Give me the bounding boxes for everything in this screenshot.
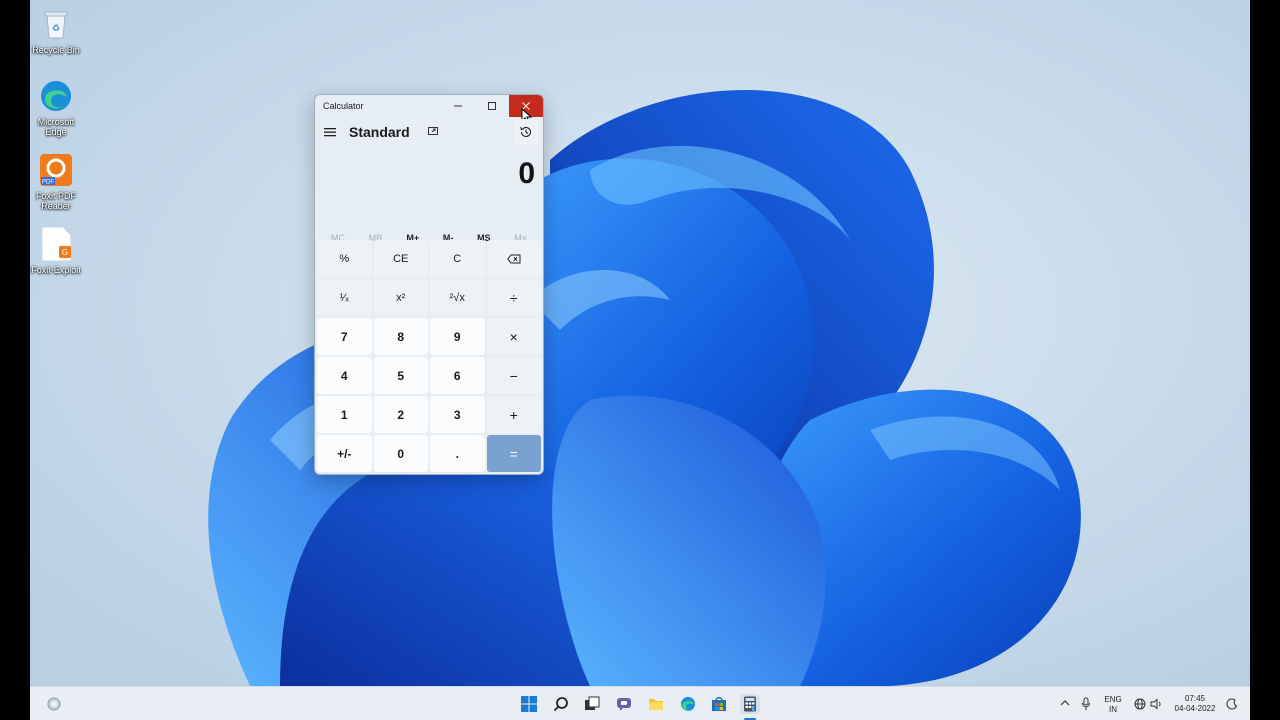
foxit-pdf-reader-icon: PDF — [38, 152, 74, 188]
divide-button[interactable]: ÷ — [486, 279, 541, 316]
digit-8-button[interactable]: 8 — [373, 318, 428, 355]
chat-button[interactable] — [614, 694, 634, 714]
calculator-header: Standard — [315, 117, 543, 147]
task-view-button[interactable] — [582, 694, 602, 714]
digit-0-button[interactable]: 0 — [373, 435, 428, 472]
svg-text:♻: ♻ — [52, 23, 60, 33]
desktop-icon-label: Recycle Bin — [32, 45, 80, 55]
negate-button[interactable]: +/- — [317, 435, 372, 472]
minimize-button[interactable] — [441, 95, 475, 117]
keep-on-top-button[interactable] — [426, 125, 440, 139]
equals-button[interactable]: = — [486, 435, 541, 472]
minimize-icon — [454, 105, 462, 107]
backspace-icon — [506, 254, 521, 263]
desktop-icon-label: Foxit PDF Reader — [35, 191, 76, 211]
result-display: 0 — [315, 147, 543, 225]
svg-text:G: G — [62, 248, 68, 257]
search-button[interactable] — [551, 694, 571, 714]
digit-7-button[interactable]: 7 — [317, 318, 372, 355]
hamburger-menu-icon[interactable] — [323, 126, 337, 138]
decimal-button[interactable]: . — [430, 435, 485, 472]
desktop: ♻ Recycle Bin Microsoft Edge PDF Foxit P… — [30, 0, 1250, 720]
calculator-icon — [744, 696, 756, 712]
volume-button[interactable] — [1150, 698, 1162, 713]
widgets-button[interactable] — [44, 694, 64, 714]
reciprocal-button[interactable]: ¹⁄ₓ — [317, 279, 372, 316]
volume-icon — [1150, 698, 1161, 710]
display-value: 0 — [518, 157, 535, 190]
title-bar[interactable]: Calculator — [315, 95, 543, 124]
show-hidden-icons-button[interactable] — [1060, 699, 1070, 710]
digit-5-button[interactable]: 5 — [373, 357, 428, 394]
desktop-icon-label: Microsoft Edge — [37, 117, 75, 137]
desktop-icon-label: Foxit-Exploit — [31, 265, 81, 275]
square-root-button[interactable]: ²√x — [430, 279, 485, 316]
store-button[interactable] — [709, 694, 729, 714]
desktop-icon-microsoft-edge[interactable]: Microsoft Edge — [30, 78, 84, 137]
network-button[interactable] — [1134, 698, 1146, 713]
keep-on-top-icon — [427, 127, 438, 135]
mode-title: Standard — [349, 124, 410, 140]
store-icon — [712, 697, 726, 711]
pdf-file-icon: G — [38, 226, 74, 262]
input-language-button[interactable]: ENG IN — [1102, 695, 1124, 715]
desktop-icon-foxit-pdf-reader[interactable]: PDF Foxit PDF Reader — [30, 152, 84, 211]
desktop-icon-recycle-bin[interactable]: ♻ Recycle Bin — [30, 6, 84, 55]
calculator-taskbar-button[interactable] — [740, 694, 760, 714]
start-icon — [521, 696, 537, 712]
task-view-icon — [585, 696, 600, 710]
digit-1-button[interactable]: 1 — [317, 396, 372, 433]
digit-2-button[interactable]: 2 — [373, 396, 428, 433]
microphone-icon — [1082, 697, 1090, 710]
start-button[interactable] — [519, 694, 539, 714]
maximize-button[interactable] — [475, 95, 509, 117]
edge-icon — [38, 78, 74, 114]
digit-4-button[interactable]: 4 — [317, 357, 372, 394]
wallpaper — [30, 0, 1250, 686]
network-globe-icon — [1134, 698, 1146, 710]
maximize-icon — [488, 102, 496, 110]
clear-button[interactable]: C — [430, 240, 485, 277]
taskbar: ENG IN 07:45 04-04-2022 — [30, 686, 1250, 720]
recycle-bin-icon: ♻ — [38, 6, 74, 42]
chevron-up-icon — [1060, 700, 1070, 706]
edge-taskbar-button[interactable] — [678, 694, 698, 714]
calculator-window[interactable]: Calculator Standard 0 MC MR M+ M- MS M˅ … — [314, 94, 544, 475]
microphone-button[interactable] — [1081, 697, 1091, 714]
region-label: IN — [1109, 705, 1117, 714]
language-label: ENG — [1104, 695, 1122, 704]
search-icon — [553, 697, 568, 712]
history-button[interactable] — [513, 119, 539, 145]
file-explorer-icon — [649, 699, 663, 710]
square-button[interactable]: x² — [373, 279, 428, 316]
clear-entry-button[interactable]: CE — [373, 240, 428, 277]
history-icon — [519, 126, 532, 137]
backspace-button[interactable] — [486, 240, 541, 277]
desktop-icon-foxit-exploit[interactable]: G Foxit-Exploit — [30, 226, 84, 275]
digit-3-button[interactable]: 3 — [430, 396, 485, 433]
edge-icon — [681, 697, 695, 711]
percent-button[interactable]: % — [317, 240, 372, 277]
add-button[interactable]: + — [486, 396, 541, 433]
clock-time: 07:45 — [1184, 694, 1206, 703]
svg-text:PDF: PDF — [42, 180, 54, 186]
keypad: % CE C ¹⁄ₓ x² ²√x ÷ 7 8 9 × 4 5 6 − 1 2 … — [317, 240, 541, 472]
digit-9-button[interactable]: 9 — [430, 318, 485, 355]
multiply-button[interactable]: × — [486, 318, 541, 355]
clock-date: 04-04-2022 — [1174, 704, 1216, 713]
digit-6-button[interactable]: 6 — [430, 357, 485, 394]
clock[interactable]: 07:45 04-04-2022 — [1168, 694, 1222, 714]
weather-widget-icon — [47, 697, 61, 711]
file-explorer-button[interactable] — [646, 694, 666, 714]
notifications-button[interactable] — [1226, 698, 1238, 713]
do-not-disturb-icon — [1226, 698, 1238, 710]
window-title: Calculator — [323, 101, 364, 111]
subtract-button[interactable]: − — [486, 357, 541, 394]
chat-icon — [617, 698, 631, 711]
